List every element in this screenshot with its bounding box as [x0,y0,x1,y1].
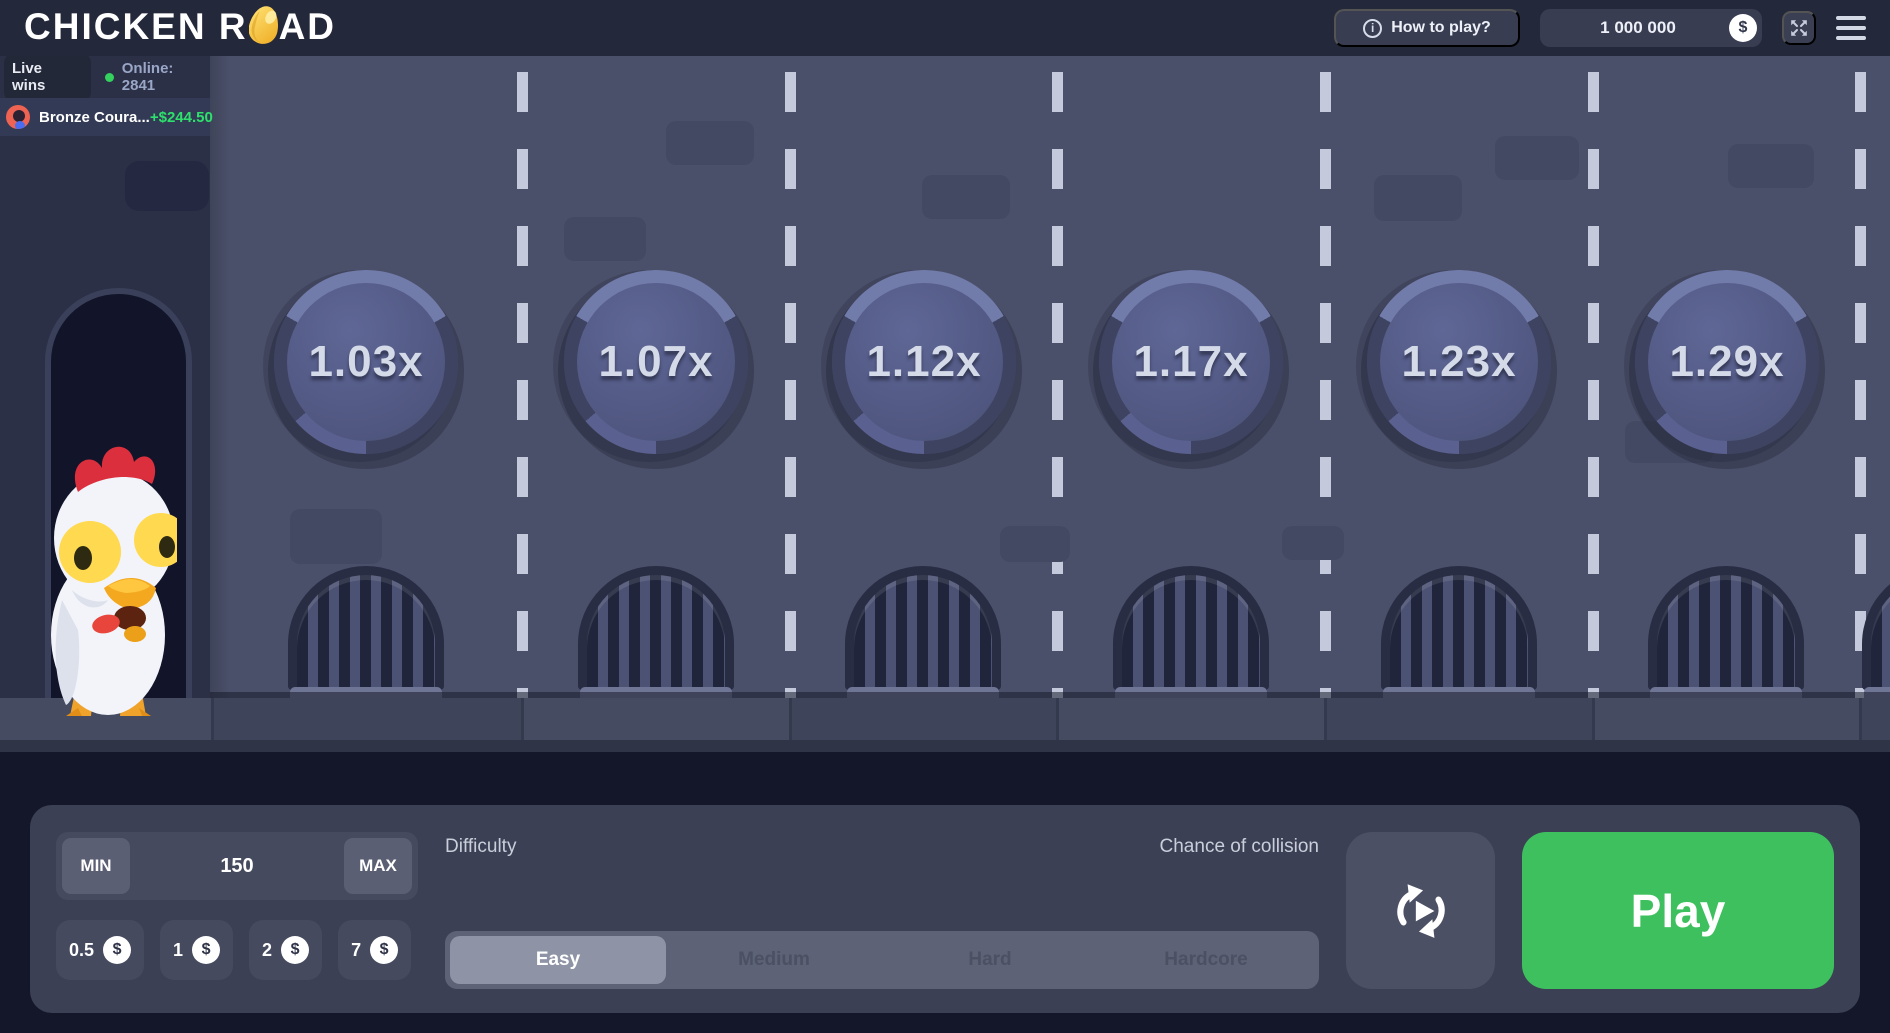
sewer-grate [1648,566,1804,698]
asphalt-patch [922,175,1010,219]
fullscreen-expand-icon [1791,20,1807,36]
play-button[interactable]: Play [1522,832,1834,989]
difficulty-label: Difficulty [445,836,517,857]
multiplier-value: 1.17x [1133,337,1249,386]
sewer-grate-partial [1862,566,1890,698]
quick-bet-7-button[interactable]: 7 $ [338,920,412,980]
how-to-play-button[interactable]: i How to play? [1334,9,1520,47]
asphalt-patch [1000,526,1070,562]
bet-amount-value: 150 [220,854,254,877]
quick-bet-2-button[interactable]: 2 $ [249,920,323,980]
live-wins-tab[interactable]: Live wins [4,52,91,102]
max-bet-button[interactable]: MAX [344,838,412,894]
sewer-grate [288,566,444,698]
bet-controls: MIN 150 MAX 0.5 $ 1 $ 2 $ 7 $ [56,832,418,980]
difficulty-tabbar: Easy Medium Hard Hardcore [445,931,1319,989]
asphalt-patch [1728,144,1814,188]
asphalt-patch [125,161,209,211]
logo-text-right: AD [278,6,337,47]
tab-easy[interactable]: Easy [450,936,666,984]
lane-divider [1320,56,1331,698]
multiplier-spot-1: 1.03x [274,270,458,454]
live-win-item: Bronze Coura... +$244.50 [0,98,213,136]
tab-hardcore[interactable]: Hardcore [1098,936,1314,984]
how-to-play-label: How to play? [1391,19,1491,36]
asphalt-patch [564,217,646,261]
online-count: Online: 2841 [121,60,174,94]
multiplier-spot-4: 1.17x [1099,270,1283,454]
multiplier-spot-3: 1.12x [832,270,1016,454]
multiplier-value: 1.07x [598,337,714,386]
online-status: Online: 2841 [104,60,210,94]
top-bar-actions: i How to play? 1 000 000 $ [1334,0,1866,56]
multiplier-value: 1.12x [866,337,982,386]
multiplier-value: 1.03x [308,337,424,386]
bet-amount-box: MIN 150 MAX [56,832,418,900]
asphalt-patch [1282,526,1344,560]
multiplier-spot-5: 1.23x [1367,270,1551,454]
dollar-coin-icon: $ [1729,14,1757,42]
asphalt-patch [1495,136,1579,180]
sewer-grate [1113,566,1269,698]
road: 1.03x 1.07x 1.12x 1.17x 1.23x 1.29x [210,56,1890,698]
player-name: Bronze Coura... [39,108,150,126]
top-bar: CHICKEN R AD i How to play? 1 000 000 $ [0,0,1890,56]
menu-button[interactable] [1836,16,1866,40]
dollar-coin-icon: $ [281,936,310,964]
quick-bet-1-button[interactable]: 1 $ [160,920,234,980]
difficulty-section: Difficulty Chance of collision Easy Medi… [445,832,1319,989]
tab-medium[interactable]: Medium [666,936,882,984]
asphalt-patch [666,121,754,165]
asphalt-patch [290,509,382,564]
curb-shadow-strip [0,740,1890,752]
player-avatar [6,105,30,129]
sewer-grate [578,566,734,698]
rotate-play-icon [1396,883,1445,938]
quick-bet-0.5-button[interactable]: 0.5 $ [56,920,145,980]
sidebar-header: Live wins Online: 2841 [0,52,210,102]
quick-bet-buttons: 0.5 $ 1 $ 2 $ 7 $ [56,920,418,980]
balance-value: 1 000 000 [1600,18,1676,37]
online-dot-icon [104,72,114,82]
dollar-coin-icon: $ [192,936,221,964]
multiplier-spot-6: 1.29x [1635,270,1819,454]
lane-divider [517,56,528,698]
rotate-bet-button[interactable] [1346,832,1495,989]
lane-divider [1052,56,1063,698]
win-amount: +$244.50 [149,108,213,126]
min-bet-button[interactable]: MIN [62,838,130,894]
lane-divider [1588,56,1599,698]
dollar-coin-icon: $ [103,936,132,964]
chicken-character [51,446,177,716]
app-logo: CHICKEN R AD [24,6,336,48]
curb-strip [0,698,1890,740]
sewer-grate [845,566,1001,698]
control-panel: MIN 150 MAX 0.5 $ 1 $ 2 $ 7 $ Difficulty… [30,805,1860,1013]
multiplier-value: 1.29x [1669,337,1785,386]
multiplier-spot-2: 1.07x [564,270,748,454]
game-area: 1.03x 1.07x 1.12x 1.17x 1.23x 1.29x Live… [0,52,1890,752]
info-icon: i [1363,18,1383,38]
chicken-road-app: CHICKEN R AD i How to play? 1 000 000 $ … [0,0,1890,1033]
fullscreen-button[interactable] [1782,11,1816,45]
logo-text-left: CHICKEN R [24,6,248,47]
dollar-coin-icon: $ [370,936,399,964]
road-left-shade [210,56,230,698]
golden-egg-icon [248,6,278,44]
chance-of-collision-label: Chance of collision [1159,836,1319,857]
tab-hard[interactable]: Hard [882,936,1098,984]
lane-divider [785,56,796,698]
sewer-grate [1381,566,1537,698]
asphalt-patch [1374,175,1462,221]
multiplier-value: 1.23x [1401,337,1517,386]
balance-display: 1 000 000 $ [1540,9,1762,47]
hamburger-menu-icon [1836,16,1866,20]
